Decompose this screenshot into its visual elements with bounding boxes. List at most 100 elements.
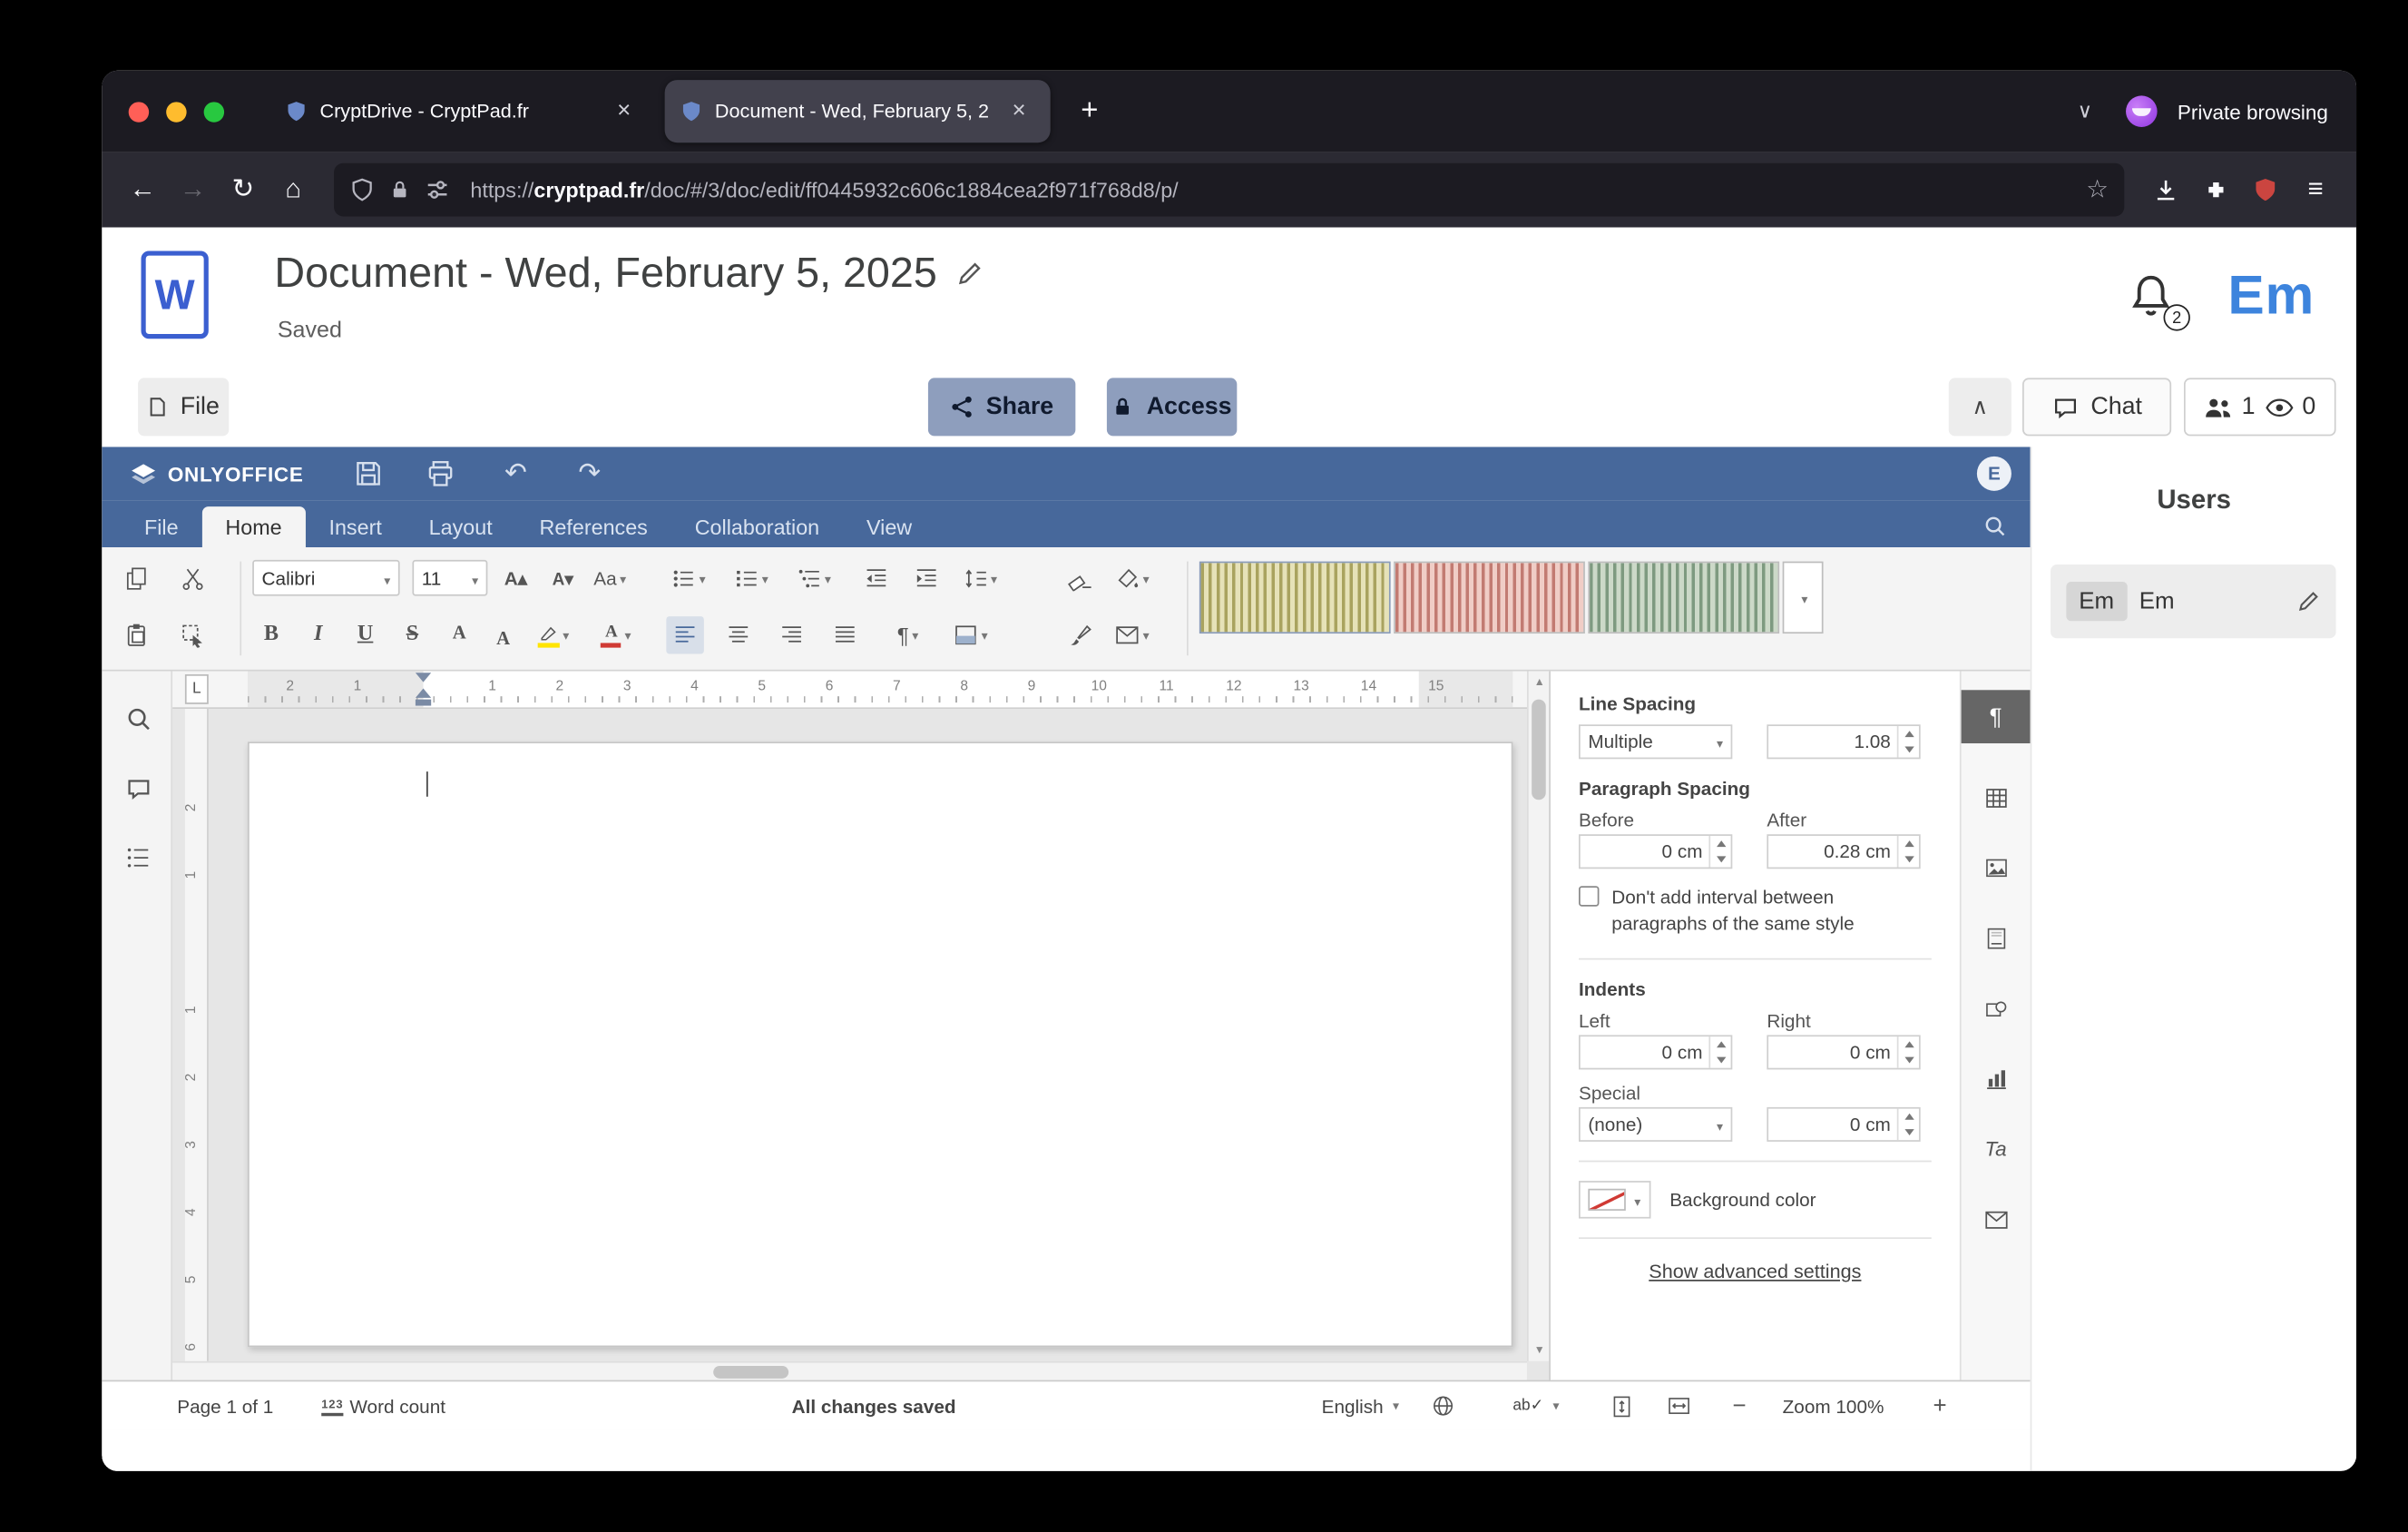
- bullet-list-button[interactable]: [670, 560, 707, 597]
- special-indent-spinner[interactable]: 0 cm: [1767, 1107, 1920, 1142]
- url-bar[interactable]: https://cryptpad.fr/doc/#/3/doc/edit/ff0…: [334, 163, 2124, 217]
- image-settings-tab[interactable]: [1962, 840, 2031, 894]
- superscript-button[interactable]: A: [441, 614, 478, 651]
- language-selector[interactable]: English: [1322, 1381, 1399, 1430]
- undo-button[interactable]: ↶: [493, 447, 540, 500]
- spacing-before-spinner[interactable]: 0 cm: [1579, 834, 1732, 869]
- paragraph-shading-button[interactable]: [1113, 560, 1150, 597]
- font-size-combo[interactable]: 11: [412, 560, 487, 596]
- chart-settings-tab[interactable]: [1962, 1052, 2031, 1105]
- print-button[interactable]: [417, 447, 465, 500]
- list-all-tabs-chevron[interactable]: ∨: [2064, 99, 2105, 124]
- file-menu-button[interactable]: File: [138, 378, 229, 436]
- line-spacing-value-spinner[interactable]: 1.08: [1767, 724, 1920, 759]
- highlight-color-button[interactable]: [534, 616, 572, 653]
- forward-button[interactable]: →: [168, 164, 218, 214]
- maximize-window-button[interactable]: [204, 101, 224, 121]
- ublock-extension-button[interactable]: [2240, 164, 2290, 214]
- search-icon[interactable]: [1973, 506, 2014, 544]
- home-button[interactable]: ⌂: [268, 164, 318, 214]
- style-gallery-item-2[interactable]: [1394, 562, 1585, 633]
- collapse-toolbar-button[interactable]: ∧: [1949, 378, 2012, 436]
- copy-button[interactable]: [118, 560, 155, 597]
- reload-button[interactable]: ↻: [218, 164, 268, 214]
- align-left-button[interactable]: [666, 616, 703, 653]
- menu-tab-collaboration[interactable]: Collaboration: [671, 506, 843, 547]
- menu-tab-references[interactable]: References: [516, 506, 671, 547]
- mail-merge-settings-tab[interactable]: [1962, 1193, 2031, 1247]
- notifications-bell-button[interactable]: 2: [2128, 271, 2184, 331]
- special-indent-select[interactable]: (none): [1579, 1107, 1732, 1142]
- vertical-scrollbar[interactable]: ▲ ▼: [1527, 672, 1549, 1361]
- textart-settings-tab[interactable]: Ta: [1962, 1121, 2031, 1174]
- justify-button[interactable]: [827, 616, 864, 653]
- style-gallery-expand-button[interactable]: [1783, 562, 1824, 633]
- collaborator-avatar[interactable]: E: [1977, 457, 2012, 491]
- spellcheck-button[interactable]: ab✓: [1512, 1381, 1559, 1430]
- nonprinting-characters-button[interactable]: ¶: [889, 616, 926, 653]
- italic-button[interactable]: I: [299, 616, 337, 653]
- word-count-button[interactable]: 123 Word count: [321, 1381, 445, 1430]
- globe-icon[interactable]: [1432, 1381, 1455, 1430]
- bold-button[interactable]: B: [252, 616, 289, 653]
- comments-icon[interactable]: [121, 771, 155, 806]
- horizontal-scroll-thumb[interactable]: [713, 1366, 788, 1379]
- menu-tab-insert[interactable]: Insert: [306, 506, 406, 547]
- close-window-button[interactable]: [129, 101, 149, 121]
- user-avatar-initials[interactable]: Em: [2227, 265, 2315, 328]
- zoom-out-button[interactable]: −: [1732, 1381, 1746, 1430]
- multilevel-list-button[interactable]: [795, 560, 832, 597]
- edit-title-pencil-icon[interactable]: [956, 260, 983, 287]
- spacing-after-spinner[interactable]: 0.28 cm: [1767, 834, 1920, 869]
- align-center-button[interactable]: [719, 616, 757, 653]
- font-name-combo[interactable]: Calibri: [252, 560, 399, 596]
- menu-hamburger-button[interactable]: ≡: [2290, 164, 2340, 214]
- paragraph-settings-tab[interactable]: ¶: [1962, 690, 2031, 743]
- style-gallery-item-3[interactable]: [1588, 562, 1779, 633]
- new-tab-button[interactable]: +: [1064, 86, 1114, 136]
- fit-page-button[interactable]: [1610, 1381, 1634, 1430]
- paste-button[interactable]: [118, 616, 155, 653]
- page-indicator[interactable]: Page 1 of 1: [177, 1381, 273, 1430]
- style-gallery-item-1[interactable]: [1199, 562, 1391, 633]
- navigation-headings-icon[interactable]: [121, 840, 155, 875]
- bookmark-star-icon[interactable]: ☆: [2086, 174, 2109, 206]
- increase-font-button[interactable]: A▴: [497, 560, 534, 597]
- chat-button[interactable]: Chat: [2022, 378, 2171, 436]
- decrease-font-button[interactable]: A▾: [544, 560, 582, 597]
- fit-width-button[interactable]: [1667, 1381, 1692, 1430]
- header-footer-settings-tab[interactable]: [1962, 911, 2031, 965]
- line-spacing-select[interactable]: Multiple: [1579, 724, 1732, 759]
- minimize-window-button[interactable]: [166, 101, 186, 121]
- redo-button[interactable]: ↷: [566, 447, 613, 500]
- menu-tab-view[interactable]: View: [843, 506, 935, 547]
- access-button[interactable]: Access: [1107, 378, 1237, 436]
- strikethrough-button[interactable]: S: [394, 616, 431, 653]
- zoom-in-button[interactable]: +: [1933, 1381, 1947, 1430]
- downloads-button[interactable]: [2140, 164, 2190, 214]
- show-advanced-settings-link[interactable]: Show advanced settings: [1579, 1261, 1932, 1282]
- edit-user-name-pencil-icon[interactable]: [2296, 590, 2320, 614]
- save-button[interactable]: [345, 447, 392, 500]
- horizontal-ruler[interactable]: 2 1 1 2 3 4 5 6 7 8 9 10 11: [172, 672, 1549, 709]
- indent-right-spinner[interactable]: 0 cm: [1767, 1035, 1920, 1069]
- site-settings-sliders-icon[interactable]: [425, 177, 450, 202]
- tab-stop-selector[interactable]: L: [185, 674, 209, 704]
- mail-merge-button[interactable]: [1113, 616, 1150, 653]
- align-right-button[interactable]: [773, 616, 810, 653]
- change-case-button[interactable]: Aa: [591, 560, 628, 597]
- share-button[interactable]: Share: [928, 378, 1075, 436]
- extensions-puzzle-button[interactable]: [2190, 164, 2240, 214]
- line-spacing-button[interactable]: [961, 560, 998, 597]
- find-icon[interactable]: [121, 701, 155, 735]
- select-all-button[interactable]: [174, 616, 211, 653]
- no-interval-checkbox[interactable]: [1579, 886, 1599, 906]
- decrease-indent-button[interactable]: [857, 560, 895, 597]
- first-line-indent-marker[interactable]: [416, 673, 431, 682]
- zoom-level[interactable]: Zoom 100%: [1783, 1381, 1884, 1430]
- shield-permissions-icon[interactable]: [349, 177, 375, 202]
- tab-document[interactable]: Document - Wed, February 5, 2 ×: [665, 80, 1051, 142]
- tab-cryptdrive[interactable]: CryptDrive - CryptPad.fr ×: [269, 80, 655, 142]
- table-settings-tab[interactable]: [1962, 771, 2031, 825]
- shading-fill-button[interactable]: [952, 616, 989, 653]
